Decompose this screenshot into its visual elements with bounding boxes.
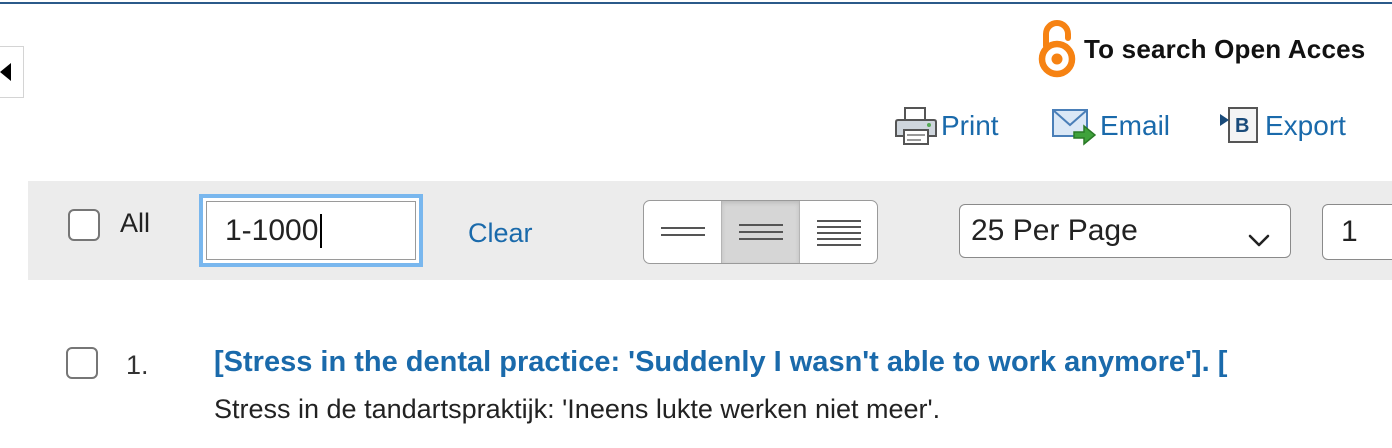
chevron-down-icon <box>1248 222 1270 256</box>
two-lines-icon <box>659 222 707 242</box>
per-page-value: 25 Per Page <box>971 214 1138 247</box>
standard-view-button[interactable] <box>721 201 799 263</box>
result-subtitle: Stress in de tandartspraktijk: 'Ineens l… <box>214 394 941 424</box>
per-page-select[interactable]: 25 Per Page <box>959 204 1291 258</box>
export-button[interactable]: B Export <box>1219 106 1346 146</box>
page-number-input[interactable]: 1 <box>1322 204 1392 260</box>
detailed-view-button[interactable] <box>799 201 877 263</box>
result-actions: Print Email B Export <box>0 106 1392 156</box>
open-access-banner[interactable]: To search Open Acces <box>1038 20 1365 78</box>
compact-view-button[interactable] <box>644 201 721 263</box>
email-icon <box>1052 106 1100 146</box>
svg-text:B: B <box>1235 115 1249 137</box>
collapse-sidebar-button[interactable] <box>0 46 24 98</box>
print-label: Print <box>941 110 999 141</box>
email-button[interactable]: Email <box>1052 106 1170 146</box>
select-all-checkbox[interactable] <box>68 209 100 241</box>
three-lines-icon <box>737 220 785 244</box>
result-number: 1. <box>126 350 149 380</box>
export-icon: B <box>1219 106 1265 146</box>
select-all-label: All <box>120 208 151 238</box>
printer-icon <box>895 106 941 146</box>
open-access-lock-icon <box>1038 20 1076 78</box>
text-caret <box>320 213 323 248</box>
email-label: Email <box>1100 110 1171 141</box>
five-lines-icon <box>815 218 863 246</box>
range-value: 1-1000 <box>225 213 319 247</box>
triangle-left-icon <box>0 63 11 81</box>
display-density-toggle <box>643 200 878 264</box>
export-label: Export <box>1265 110 1346 141</box>
result-checkbox[interactable] <box>66 347 98 379</box>
search-results-page: To search Open Acces Print Email B Expor… <box>0 0 1392 448</box>
clear-selection-link[interactable]: Clear <box>468 218 533 249</box>
result-title-link[interactable]: [Stress in the dental practice: 'Suddenl… <box>214 346 1227 379</box>
print-button[interactable]: Print <box>895 106 999 146</box>
open-access-text: To search Open Acces <box>1084 33 1366 64</box>
top-divider <box>0 2 1392 4</box>
page-number-value: 1 <box>1341 215 1358 248</box>
selection-range-input[interactable]: 1-1000 <box>199 194 423 267</box>
